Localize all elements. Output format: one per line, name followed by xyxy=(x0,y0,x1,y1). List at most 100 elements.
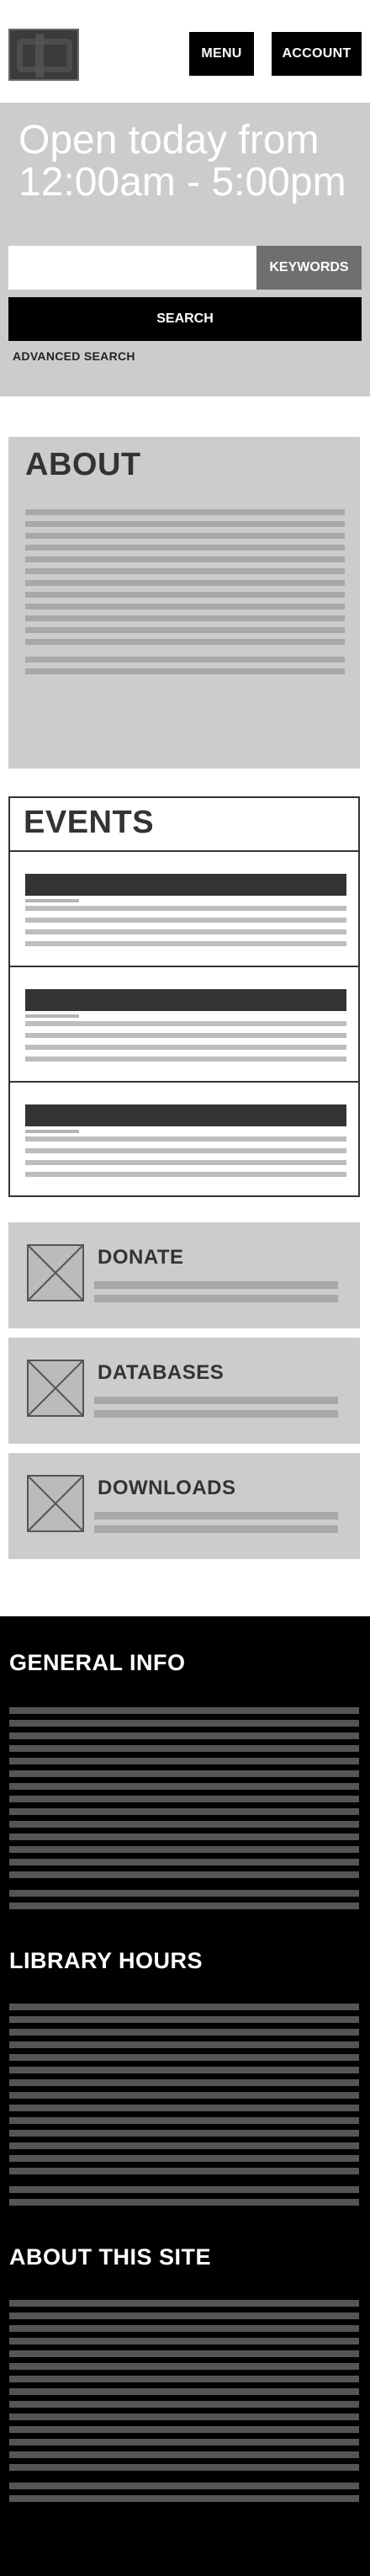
text-line xyxy=(9,1890,359,1897)
text-line xyxy=(9,1808,359,1815)
text-line xyxy=(9,2464,359,2471)
text-line xyxy=(25,509,345,515)
event-title-placeholder xyxy=(25,1104,346,1126)
account-button[interactable]: ACCOUNT xyxy=(272,32,362,76)
event-text-placeholder xyxy=(25,906,346,953)
about-site-heading: ABOUT THIS SITE xyxy=(9,2244,212,2270)
text-line xyxy=(9,1758,359,1764)
text-line xyxy=(9,1745,359,1752)
menu-button[interactable]: MENU xyxy=(189,32,254,76)
text-line xyxy=(9,1783,359,1790)
text-line xyxy=(9,2313,359,2319)
event-item[interactable] xyxy=(10,852,358,967)
text-line xyxy=(9,2117,359,2124)
text-line xyxy=(9,2105,359,2111)
about-site-text-placeholder xyxy=(9,2300,359,2508)
text-line xyxy=(9,1796,359,1802)
about-heading: ABOUT xyxy=(25,447,141,482)
text-line xyxy=(9,2054,359,2061)
text-line xyxy=(94,1295,338,1302)
text-line xyxy=(9,2130,359,2137)
search-button[interactable]: SEARCH xyxy=(8,297,362,341)
text-line xyxy=(25,521,345,527)
text-line xyxy=(9,1871,359,1878)
text-line xyxy=(25,1033,346,1038)
text-line xyxy=(25,918,346,923)
text-line xyxy=(25,1045,346,1050)
text-line xyxy=(25,941,346,946)
about-text-placeholder xyxy=(25,509,345,680)
text-line xyxy=(94,1525,338,1533)
site-footer: GENERAL INFO LIBRARY HOURS ABOUT THIS SI… xyxy=(0,1616,370,2576)
databases-card[interactable]: DATABASES xyxy=(8,1338,360,1444)
events-heading: EVENTS xyxy=(10,798,358,852)
text-line xyxy=(25,556,345,562)
text-line xyxy=(9,2041,359,2048)
general-info-text-placeholder xyxy=(9,1707,359,1915)
text-line xyxy=(25,615,345,621)
text-line xyxy=(94,1512,338,1520)
text-line xyxy=(9,2325,359,2332)
event-text-placeholder xyxy=(25,1136,346,1184)
text-line xyxy=(25,545,345,551)
text-line xyxy=(9,2155,359,2162)
logo-ring-shape xyxy=(17,39,72,72)
text-line xyxy=(9,2029,359,2036)
hours-heading: Open today from 12:00am - 5:00pm xyxy=(18,118,346,205)
downloads-title: DOWNLOADS xyxy=(98,1477,236,1499)
event-item[interactable] xyxy=(10,967,358,1083)
text-line xyxy=(9,2338,359,2344)
text-line xyxy=(9,2388,359,2395)
text-line xyxy=(25,592,345,598)
text-line xyxy=(9,2439,359,2446)
about-section: ABOUT xyxy=(8,437,360,769)
event-date-placeholder xyxy=(25,1130,79,1133)
text-line xyxy=(9,2016,359,2023)
text-line xyxy=(9,2483,359,2489)
text-line xyxy=(9,1770,359,1777)
text-line xyxy=(9,1720,359,1727)
text-line xyxy=(9,2495,359,2502)
image-placeholder-icon xyxy=(27,1244,84,1301)
text-line xyxy=(25,657,345,663)
text-line xyxy=(9,2350,359,2357)
text-line xyxy=(9,2401,359,2408)
text-line xyxy=(9,2363,359,2370)
text-line xyxy=(9,2142,359,2149)
event-item[interactable] xyxy=(10,1083,358,1198)
text-line xyxy=(9,2067,359,2073)
text-line xyxy=(94,1281,338,1289)
event-text-placeholder xyxy=(25,1021,346,1068)
advanced-search-link[interactable]: ADVANCED SEARCH xyxy=(13,349,135,363)
text-line xyxy=(9,2414,359,2420)
text-line xyxy=(25,929,346,934)
downloads-card[interactable]: DOWNLOADS xyxy=(8,1453,360,1559)
text-line xyxy=(9,2092,359,2099)
image-placeholder-icon xyxy=(27,1475,84,1532)
text-line xyxy=(9,2451,359,2458)
text-line xyxy=(25,1136,346,1142)
library-hours-heading: LIBRARY HOURS xyxy=(9,1948,204,1973)
text-line xyxy=(9,1846,359,1853)
text-line xyxy=(94,1410,338,1418)
text-line xyxy=(9,2186,359,2193)
text-line xyxy=(9,2300,359,2307)
text-line xyxy=(9,1732,359,1739)
text-line xyxy=(25,906,346,911)
search-input[interactable] xyxy=(8,246,256,290)
text-line xyxy=(9,2004,359,2010)
text-line xyxy=(9,1821,359,1828)
text-line xyxy=(25,627,345,633)
text-line xyxy=(9,2079,359,2086)
library-logo[interactable] xyxy=(8,29,79,81)
text-line xyxy=(9,1859,359,1865)
event-title-placeholder xyxy=(25,989,346,1011)
hero-section: Open today from 12:00am - 5:00pm KEYWORD… xyxy=(0,103,370,397)
text-line xyxy=(25,604,345,609)
text-line xyxy=(9,2168,359,2174)
events-section: EVENTS xyxy=(8,796,360,1197)
donate-card[interactable]: DONATE xyxy=(8,1222,360,1328)
text-line xyxy=(25,533,345,539)
logo-bar-shape xyxy=(35,34,44,77)
keywords-dropdown[interactable]: KEYWORDS xyxy=(256,246,362,290)
